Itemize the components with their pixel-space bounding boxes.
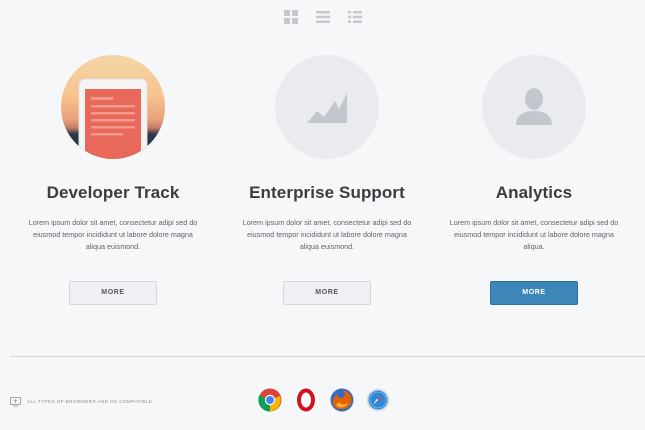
view-toggle-bar bbox=[0, 10, 645, 24]
card-description: Lorem ipsum dolor sit amet, consectetur … bbox=[449, 218, 619, 251]
card-description: Lorem ipsum dolor sit amet, consectetur … bbox=[242, 218, 412, 251]
more-button[interactable]: MORE bbox=[490, 281, 578, 305]
tablet-document-icon bbox=[61, 55, 165, 159]
compatibility-text: ALL TYPES OF BROWSERS AND OS COMPATIBLE bbox=[27, 399, 153, 405]
detail-list-view-icon[interactable] bbox=[347, 10, 362, 24]
card-description: Lorem ipsum dolor sit amet, consectetur … bbox=[28, 218, 198, 251]
card-analytics: Analytics Lorem ipsum dolor sit amet, co… bbox=[429, 55, 639, 305]
safari-icon[interactable] bbox=[366, 388, 390, 412]
compatibility-note: ALL TYPES OF BROWSERS AND OS COMPATIBLE bbox=[10, 397, 152, 407]
user-silhouette-icon bbox=[482, 55, 586, 159]
card-enterprise-support: Enterprise Support Lorem ipsum dolor sit… bbox=[222, 55, 432, 305]
more-button[interactable]: MORE bbox=[283, 281, 371, 305]
firefox-icon[interactable] bbox=[330, 388, 354, 412]
list-view-icon[interactable] bbox=[315, 10, 330, 24]
grid-view-icon[interactable] bbox=[283, 10, 298, 24]
browser-icons bbox=[258, 388, 390, 412]
footer-divider bbox=[10, 356, 645, 357]
opera-icon[interactable] bbox=[294, 388, 318, 412]
monitor-upload-icon bbox=[10, 397, 21, 407]
area-chart-icon bbox=[275, 55, 379, 159]
card-developer-track: Developer Track Lorem ipsum dolor sit am… bbox=[8, 55, 218, 305]
more-button[interactable]: MORE bbox=[69, 281, 157, 305]
card-title: Developer Track bbox=[46, 183, 180, 202]
card-title: Analytics bbox=[495, 183, 573, 202]
chrome-icon[interactable] bbox=[258, 388, 282, 412]
card-title: Enterprise Support bbox=[249, 183, 405, 202]
